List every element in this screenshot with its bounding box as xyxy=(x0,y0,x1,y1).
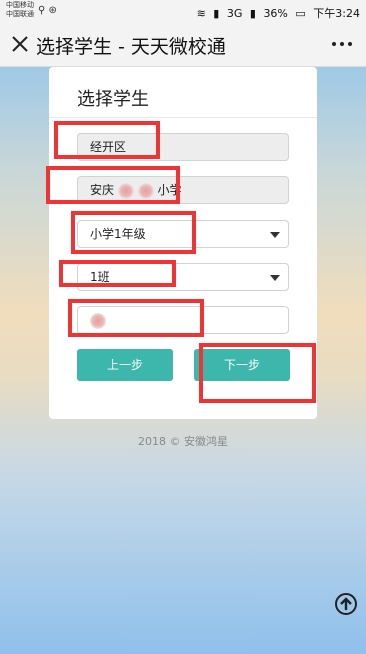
card-divider xyxy=(49,117,317,118)
school-field: 安庆 小学 xyxy=(77,176,289,204)
status-right: ≋ ▮ 3G ▮ 36% ▭ 下午3:24 xyxy=(193,5,360,21)
notification-icons: ⚲ ⊛ xyxy=(38,5,57,16)
card-title: 选择学生 xyxy=(77,89,149,110)
chevron-down-icon xyxy=(270,232,280,238)
carrier-line-2: 中国联通 xyxy=(6,10,34,18)
redacted-blur xyxy=(137,182,154,199)
status-bar: 中国移动 中国联通 ⚲ ⊛ ≋ ▮ 3G ▮ 36% ▭ 下午3:24 xyxy=(0,0,366,24)
next-button[interactable]: 下一步 xyxy=(194,349,290,381)
compass-icon: ⊛ xyxy=(48,5,57,16)
battery-text: 36% xyxy=(263,7,288,20)
district-value: 经开区 xyxy=(90,140,127,154)
school-suffix: 小学 xyxy=(157,183,182,197)
close-icon[interactable] xyxy=(8,32,32,56)
signal-bars-icon: ▮ xyxy=(249,7,256,20)
scroll-top-icon[interactable] xyxy=(334,592,358,616)
school-prefix: 安庆 xyxy=(90,183,115,197)
redacted-blur xyxy=(117,182,134,199)
district-field: 经开区 xyxy=(77,133,289,161)
page-title: 选择学生 - 天天微校通 xyxy=(36,36,226,58)
prev-button[interactable]: 上一步 xyxy=(77,349,173,381)
usb-icon: ⚲ xyxy=(38,5,46,16)
class-select[interactable]: 1班 xyxy=(77,263,289,291)
footer-copyright: 2018 © 安徽鸿星 xyxy=(138,435,228,448)
select-student-card: 选择学生 经开区 安庆 小学 小学1年级 1班 上一步 下一步 xyxy=(49,67,317,419)
battery-icon: ▭ xyxy=(295,7,306,20)
carrier-line-1: 中国移动 xyxy=(6,1,34,9)
carrier-label: 中国移动 中国联通 xyxy=(6,1,34,19)
student-input[interactable] xyxy=(109,307,264,333)
redacted-blur xyxy=(90,312,106,329)
class-value: 1班 xyxy=(90,270,110,284)
chevron-down-icon xyxy=(270,275,280,281)
network-type: 3G xyxy=(226,7,243,20)
clock: 下午3:24 xyxy=(313,7,360,20)
more-icon[interactable] xyxy=(330,34,354,54)
title-bar: 选择学生 - 天天微校通 xyxy=(0,24,366,67)
grade-value: 小学1年级 xyxy=(90,227,146,241)
student-field[interactable] xyxy=(77,306,289,334)
grade-select[interactable]: 小学1年级 xyxy=(77,220,289,248)
wifi-icon: ≋ xyxy=(196,7,206,20)
signal-icon: ▮ xyxy=(213,7,220,20)
